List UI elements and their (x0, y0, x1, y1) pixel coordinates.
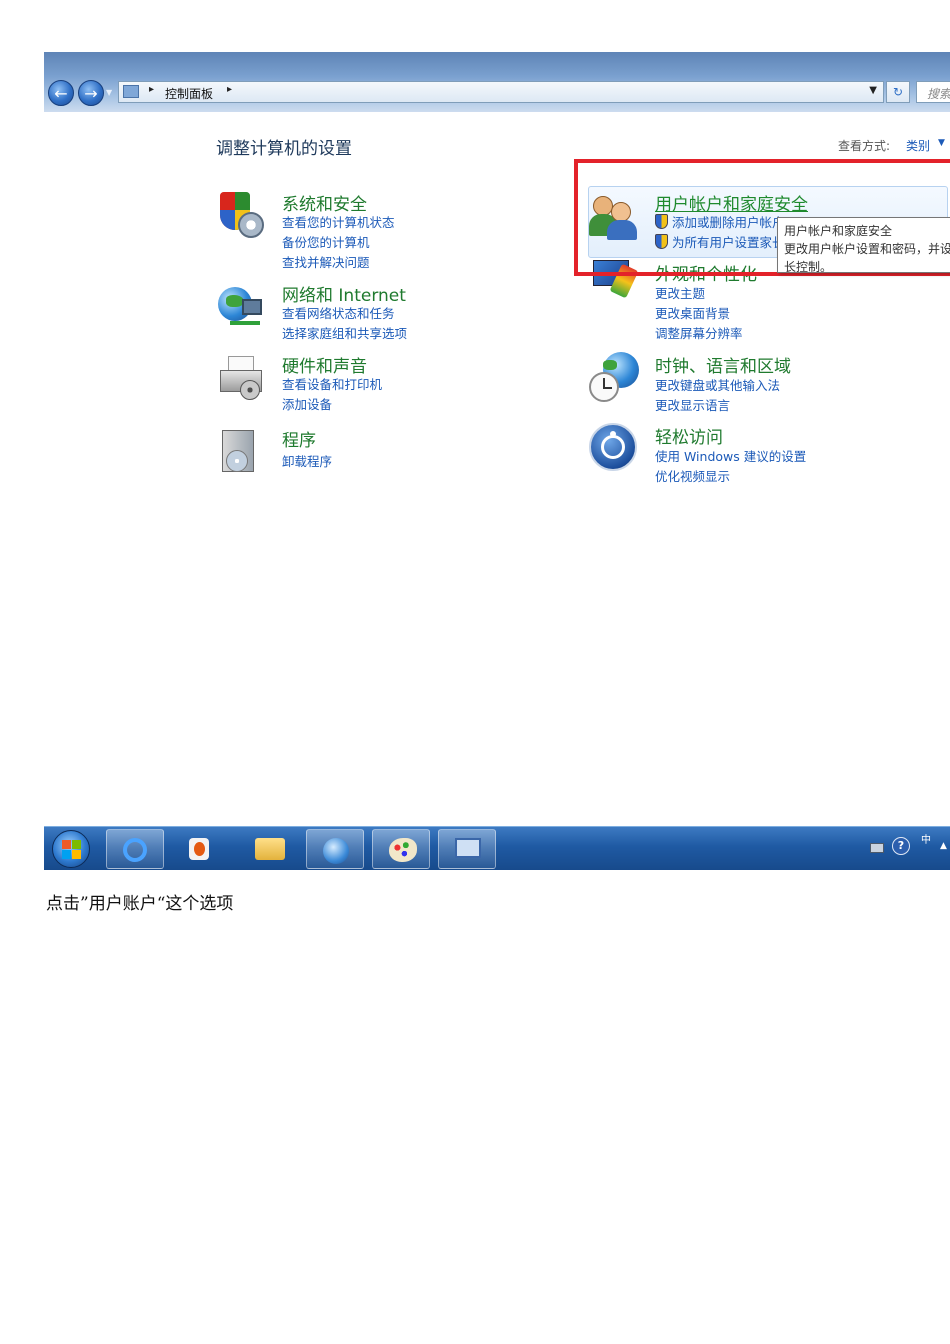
instruction-caption: 点击”用户账户“这个选项 (46, 894, 234, 914)
taskbar-paint-button[interactable] (372, 829, 430, 869)
category-clock-region: 时钟、语言和区域 更改键盘或其他输入法 更改显示语言 (589, 352, 909, 414)
search-input[interactable]: 搜索 (916, 81, 950, 103)
chevron-down-icon[interactable]: ▼ (938, 138, 945, 148)
paint-icon (389, 838, 417, 862)
link-windows-settings[interactable]: 使用 Windows 建议的设置 (655, 446, 806, 465)
keyboard-icon[interactable] (870, 843, 884, 853)
category-title-programs[interactable]: 程序 (282, 426, 316, 451)
programs-icon[interactable] (216, 426, 268, 478)
tooltip-line: 长控制。 (784, 260, 833, 273)
address-dropdown-icon[interactable]: ▼ (869, 85, 877, 96)
start-button[interactable] (52, 830, 90, 868)
category-system-security: 系统和安全 查看您的计算机状态 备份您的计算机 查找并解决问题 (216, 190, 516, 270)
windows-logo-icon (62, 840, 71, 849)
breadcrumb-control-panel[interactable]: 控制面板 (165, 85, 213, 102)
clock-globe-icon[interactable] (589, 352, 641, 404)
view-by-select[interactable]: 类别 (906, 137, 930, 154)
control-panel-icon (455, 838, 481, 858)
help-icon[interactable]: ? (892, 837, 910, 855)
link-keyboard-input[interactable]: 更改键盘或其他输入法 (655, 375, 780, 394)
category-ease-of-access: 轻松访问 使用 Windows 建议的设置 优化视频显示 (589, 423, 909, 485)
link-optimize-display[interactable]: 优化视频显示 (655, 466, 730, 485)
media-player-icon (189, 838, 209, 860)
history-dropdown-icon[interactable]: ▼ (106, 88, 116, 98)
link-check-status[interactable]: 查看您的计算机状态 (282, 212, 395, 231)
view-by-label: 查看方式: (838, 139, 891, 153)
link-troubleshoot[interactable]: 查找并解决问题 (282, 252, 370, 271)
link-display-language[interactable]: 更改显示语言 (655, 395, 730, 414)
link-network-status[interactable]: 查看网络状态和任务 (282, 303, 395, 322)
taskbar-network-button[interactable] (306, 829, 364, 869)
arrow-right-icon: → (84, 84, 98, 103)
arrow-left-icon: ← (54, 84, 68, 103)
internet-explorer-icon (123, 838, 147, 862)
forward-button[interactable]: → (78, 80, 104, 106)
category-hardware-sound: 硬件和声音 查看设备和打印机 添加设备 (216, 352, 516, 412)
printer-icon[interactable] (216, 352, 268, 404)
category-title-clock[interactable]: 时钟、语言和区域 (655, 352, 791, 377)
link-devices-printers[interactable]: 查看设备和打印机 (282, 374, 382, 393)
control-panel-icon (123, 85, 139, 98)
link-change-theme[interactable]: 更改主题 (655, 283, 705, 302)
tooltip: 用户帐户和家庭安全 更改用户帐户设置和密码，并设置家 长控制。 (777, 217, 950, 273)
shield-icon[interactable] (216, 190, 268, 242)
taskbar-media-player-button[interactable] (172, 829, 230, 869)
breadcrumb-separator[interactable]: ▸ (227, 84, 232, 95)
category-title-access[interactable]: 轻松访问 (655, 423, 723, 448)
language-indicator[interactable]: 中 (920, 835, 932, 846)
link-homegroup[interactable]: 选择家庭组和共享选项 (282, 323, 407, 342)
refresh-icon: ↻ (892, 85, 904, 99)
network-globe-icon (323, 838, 349, 864)
screenshot-window: ← → ▼ ▸ 控制面板 ▸ ▼ ↻ 搜索 调整计算机的设置 查看方式: 类别 … (44, 52, 950, 870)
network-globe-icon[interactable] (216, 281, 268, 333)
address-bar[interactable]: ▸ 控制面板 ▸ ▼ (118, 81, 884, 103)
refresh-button[interactable]: ↻ (886, 81, 910, 103)
taskbar-ie-button[interactable] (106, 829, 164, 869)
breadcrumb-separator[interactable]: ▸ (149, 84, 154, 95)
category-network: 网络和 Internet 查看网络状态和任务 选择家庭组和共享选项 (216, 281, 516, 341)
tooltip-title: 用户帐户和家庭安全 (784, 224, 893, 238)
search-placeholder: 搜索 (927, 87, 950, 101)
ease-of-access-icon[interactable] (589, 423, 641, 475)
file-explorer-icon (255, 838, 285, 860)
link-backup[interactable]: 备份您的计算机 (282, 232, 370, 251)
link-screen-resolution[interactable]: 调整屏幕分辨率 (655, 323, 743, 342)
tooltip-line: 更改用户帐户设置和密码，并设置家 (784, 242, 950, 256)
page-title: 调整计算机的设置 (216, 139, 352, 159)
taskbar-control-panel-button[interactable] (438, 829, 496, 869)
explorer-toolbar: ← → ▼ ▸ 控制面板 ▸ ▼ ↻ 搜索 (44, 52, 950, 112)
taskbar-explorer-button[interactable] (240, 829, 298, 869)
link-uninstall[interactable]: 卸载程序 (282, 451, 332, 470)
link-desktop-background[interactable]: 更改桌面背景 (655, 303, 730, 322)
link-add-device[interactable]: 添加设备 (282, 394, 332, 413)
category-programs: 程序 卸载程序 (216, 426, 516, 476)
back-button[interactable]: ← (48, 80, 74, 106)
chevron-up-icon[interactable]: ▲ (940, 841, 947, 851)
taskbar: ? 中 ▲ (44, 826, 950, 870)
